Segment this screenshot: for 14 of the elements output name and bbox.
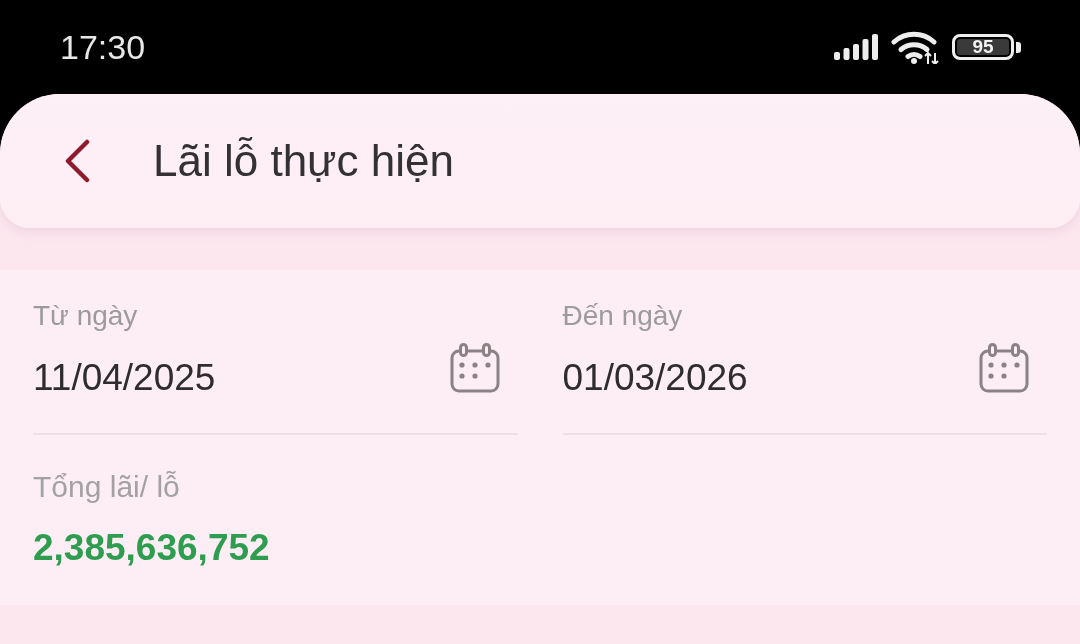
calendar-icon <box>449 343 500 393</box>
battery-indicator: 95 <box>952 34 1021 60</box>
back-chevron-icon <box>64 139 90 183</box>
total-label: Tổng lãi/ lỗ <box>33 469 180 505</box>
wifi-icon <box>891 30 939 64</box>
date-field[interactable]: 11/04/2025 <box>33 334 518 435</box>
page-title: Lãi lỗ thực hiện <box>153 135 454 187</box>
field-label: Từ ngày <box>33 299 138 333</box>
signal-icon <box>834 34 878 60</box>
clock-time: 17:30 <box>60 27 146 67</box>
field-label: Đến ngày <box>562 299 683 333</box>
total-value: 2,385,636,752 <box>33 526 270 570</box>
date-field[interactable]: 01/03/2026 <box>562 334 1047 435</box>
calendar-icon <box>979 343 1029 393</box>
